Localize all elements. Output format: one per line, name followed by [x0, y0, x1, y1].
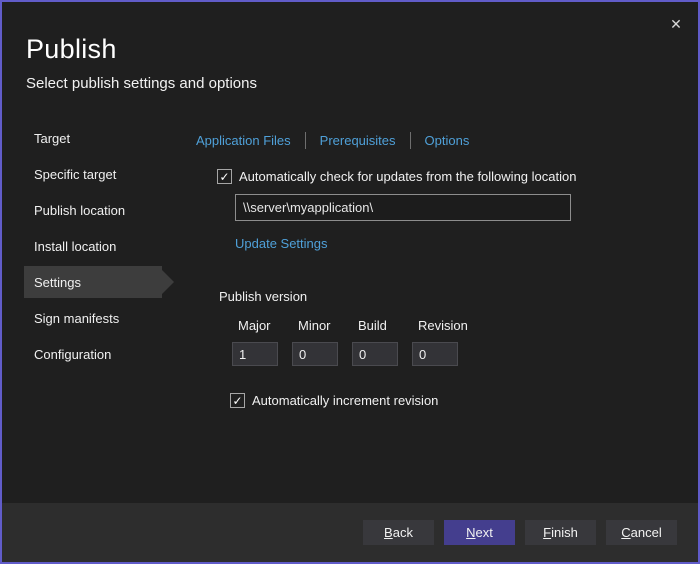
settings-tab-bar: Application Files Prerequisites Options [196, 130, 469, 150]
publish-version-label: Publish version [219, 289, 307, 304]
publish-version-grid: Major Minor Build Revision [232, 318, 472, 366]
finish-button-label: Finish [543, 525, 578, 540]
minor-label: Minor [292, 318, 352, 334]
sidebar-item-install-location[interactable]: Install location [24, 228, 162, 264]
sidebar-item-specific-target[interactable]: Specific target [24, 156, 162, 192]
page-subtitle: Select publish settings and options [26, 75, 257, 92]
sidebar-item-sign-manifests[interactable]: Sign manifests [24, 300, 162, 336]
wizard-step-list: Target Specific target Publish location … [24, 120, 178, 372]
back-button-label: Back [384, 525, 413, 540]
tab-divider [305, 132, 306, 149]
back-button[interactable]: Back [363, 520, 434, 545]
tab-prerequisites[interactable]: Prerequisites [320, 133, 396, 148]
major-field[interactable] [232, 342, 278, 366]
revision-label: Revision [412, 318, 472, 334]
publish-dialog: ✕ Publish Select publish settings and op… [0, 0, 700, 564]
dialog-footer: Back Next Finish Cancel [2, 503, 698, 562]
tab-application-files[interactable]: Application Files [196, 133, 291, 148]
sidebar-item-configuration[interactable]: Configuration [24, 336, 162, 372]
update-settings-link[interactable]: Update Settings [235, 236, 328, 251]
build-field[interactable] [352, 342, 398, 366]
auto-update-checkbox[interactable]: ✓ [217, 169, 232, 184]
revision-field[interactable] [412, 342, 458, 366]
tab-divider [410, 132, 411, 149]
cancel-button-label: Cancel [621, 525, 661, 540]
page-title: Publish [26, 34, 117, 65]
finish-button[interactable]: Finish [525, 520, 596, 545]
increment-revision-checkbox-label: Automatically increment revision [252, 393, 438, 408]
cancel-button[interactable]: Cancel [606, 520, 677, 545]
next-button[interactable]: Next [444, 520, 515, 545]
next-button-label: Next [466, 525, 493, 540]
minor-field[interactable] [292, 342, 338, 366]
major-label: Major [232, 318, 292, 334]
checkmark-icon: ✓ [232, 395, 242, 407]
tab-options[interactable]: Options [425, 133, 470, 148]
increment-revision-checkbox-row: ✓ Automatically increment revision [230, 393, 438, 408]
sidebar-item-target[interactable]: Target [24, 120, 162, 156]
sidebar-item-publish-location[interactable]: Publish location [24, 192, 162, 228]
auto-update-checkbox-label: Automatically check for updates from the… [239, 169, 576, 184]
increment-revision-checkbox[interactable]: ✓ [230, 393, 245, 408]
checkmark-icon: ✓ [219, 171, 229, 183]
close-icon[interactable]: ✕ [664, 12, 688, 36]
update-location-input[interactable] [235, 194, 571, 221]
auto-update-checkbox-row: ✓ Automatically check for updates from t… [217, 169, 576, 184]
build-label: Build [352, 318, 412, 334]
sidebar-item-settings[interactable]: Settings [24, 266, 162, 298]
